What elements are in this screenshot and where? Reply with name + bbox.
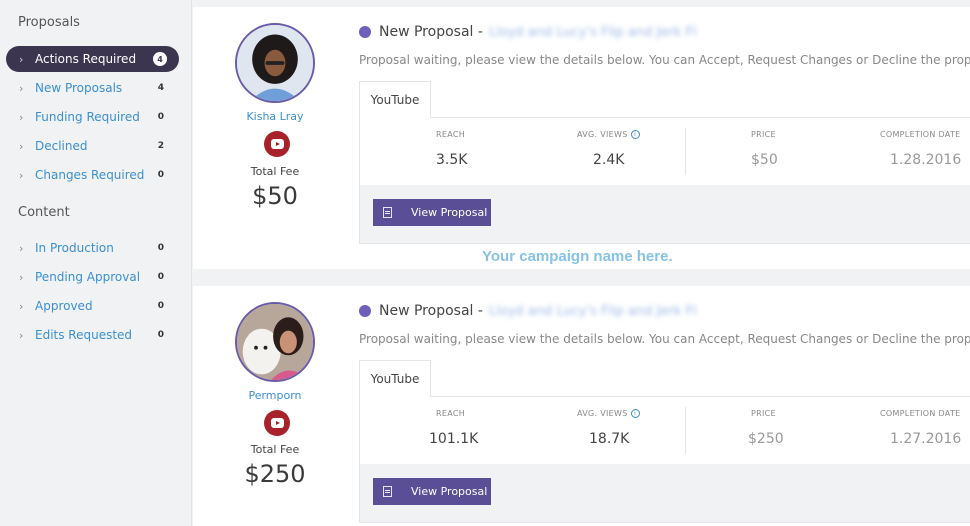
chevron-right-icon: › bbox=[19, 299, 24, 313]
info-icon[interactable]: i bbox=[630, 130, 640, 139]
creator-name[interactable]: Permporn bbox=[193, 389, 357, 402]
sidebar-item-new-proposals[interactable]: › New Proposals 4 bbox=[6, 75, 179, 101]
stats-divider bbox=[685, 407, 686, 454]
avatar[interactable] bbox=[235, 23, 315, 103]
sidebar-item-approved[interactable]: › Approved 0 bbox=[6, 293, 179, 319]
sidebar-item-label: In Production bbox=[35, 241, 114, 255]
proposal-details-panel: REACH 3.5K AVG. VIEWS i 2.4K PRICE $50 CO… bbox=[359, 117, 970, 244]
reach-label: REACH bbox=[436, 409, 466, 418]
price-label: PRICE bbox=[751, 409, 776, 418]
campaign-link[interactable]: Lloyd and Lucy's Flip and Jerk Fl bbox=[489, 25, 697, 40]
avg-views-label: AVG. VIEWS i bbox=[577, 130, 640, 139]
completion-date-value: 1.27.2016 bbox=[890, 431, 962, 447]
sidebar: Proposals › Actions Required 4 › New Pro… bbox=[0, 0, 192, 526]
chevron-right-icon: › bbox=[19, 52, 24, 66]
proposal-card: Kisha Lray Total Fee $50 New Proposal - … bbox=[193, 7, 970, 269]
total-fee-amount: $50 bbox=[252, 182, 298, 210]
chevron-right-icon: › bbox=[19, 168, 24, 182]
sidebar-item-actions-required[interactable]: › Actions Required 4 bbox=[6, 46, 179, 72]
proposal-actions: View Proposal bbox=[360, 464, 970, 522]
completion-date-label: COMPLETION DATE bbox=[880, 409, 961, 418]
proposal-title: New Proposal - Lloyd and Lucy's Flip and… bbox=[359, 303, 697, 319]
sidebar-item-in-production[interactable]: › In Production 0 bbox=[6, 235, 179, 261]
count-badge: 4 bbox=[157, 83, 164, 93]
creator-photo bbox=[237, 304, 313, 380]
count-badge: 0 bbox=[157, 272, 164, 282]
campaign-name: Your campaign name here. bbox=[482, 248, 673, 265]
view-proposal-button[interactable]: View Proposal bbox=[373, 199, 491, 226]
document-icon bbox=[383, 207, 392, 218]
status-dot bbox=[359, 26, 371, 38]
price-value: $250 bbox=[748, 431, 784, 447]
avg-views-value: 2.4K bbox=[593, 152, 625, 168]
completion-date-value: 1.28.2016 bbox=[890, 152, 962, 168]
reach-value: 3.5K bbox=[436, 152, 468, 168]
youtube-icon bbox=[264, 410, 290, 436]
completion-date-label: COMPLETION DATE bbox=[880, 130, 961, 139]
chevron-right-icon: › bbox=[19, 328, 24, 342]
sidebar-item-label: Funding Required bbox=[35, 110, 140, 124]
chevron-right-icon: › bbox=[19, 241, 24, 255]
sidebar-item-label: Changes Required bbox=[35, 168, 145, 182]
price-label: PRICE bbox=[751, 130, 776, 139]
sidebar-item-label: Approved bbox=[35, 299, 93, 313]
sidebar-item-changes-required[interactable]: › Changes Required 0 bbox=[6, 162, 179, 188]
count-badge: 0 bbox=[157, 330, 164, 340]
count-badge: 0 bbox=[157, 112, 164, 122]
tab-youtube[interactable]: YouTube bbox=[359, 360, 431, 397]
content-section-title: Content bbox=[18, 205, 70, 220]
view-proposal-label: View Proposal bbox=[411, 206, 488, 219]
creator-photo bbox=[237, 25, 313, 101]
count-badge: 0 bbox=[157, 170, 164, 180]
sidebar-item-label: Declined bbox=[35, 139, 88, 153]
proposal-actions: View Proposal bbox=[360, 185, 970, 243]
total-fee-amount: $250 bbox=[244, 460, 306, 488]
reach-label: REACH bbox=[436, 130, 466, 139]
total-fee-label: Total Fee bbox=[250, 165, 300, 178]
status-dot bbox=[359, 305, 371, 317]
sidebar-item-label: New Proposals bbox=[35, 81, 123, 95]
avg-views-value: 18.7K bbox=[589, 431, 630, 447]
view-proposal-button[interactable]: View Proposal bbox=[373, 478, 491, 505]
proposal-details-panel: REACH 101.1K AVG. VIEWS i 18.7K PRICE $25… bbox=[359, 396, 970, 523]
count-badge: 0 bbox=[157, 301, 164, 311]
chevron-right-icon: › bbox=[19, 81, 24, 95]
campaign-link[interactable]: Lloyd and Lucy's Flip and Jerk Fl bbox=[489, 304, 697, 319]
reach-value: 101.1K bbox=[429, 431, 479, 447]
sidebar-item-pending-approval[interactable]: › Pending Approval 0 bbox=[6, 264, 179, 290]
sidebar-item-label: Pending Approval bbox=[35, 270, 141, 284]
count-badge: 2 bbox=[157, 141, 164, 151]
proposal-description: Proposal waiting, please view the detail… bbox=[359, 53, 970, 67]
chevron-right-icon: › bbox=[19, 270, 24, 284]
info-icon[interactable]: i bbox=[630, 409, 640, 418]
view-proposal-label: View Proposal bbox=[411, 485, 488, 498]
avatar[interactable] bbox=[235, 302, 315, 382]
chevron-right-icon: › bbox=[19, 110, 24, 124]
sidebar-item-edits-requested[interactable]: › Edits Requested 0 bbox=[6, 322, 179, 348]
youtube-icon bbox=[264, 131, 290, 157]
proposal-card: Permporn Total Fee $250 New Proposal - L… bbox=[193, 286, 970, 526]
proposals-section-title: Proposals bbox=[18, 15, 80, 30]
sidebar-item-label: Actions Required bbox=[35, 52, 137, 66]
tab-youtube[interactable]: YouTube bbox=[359, 81, 431, 118]
sidebar-item-label: Edits Requested bbox=[35, 328, 133, 342]
sidebar-item-declined[interactable]: › Declined 2 bbox=[6, 133, 179, 159]
total-fee-label: Total Fee bbox=[250, 443, 300, 456]
count-badge: 0 bbox=[157, 243, 164, 253]
document-icon bbox=[383, 486, 392, 497]
sidebar-item-funding-required[interactable]: › Funding Required 0 bbox=[6, 104, 179, 130]
proposal-title-text: New Proposal - bbox=[379, 24, 483, 40]
proposal-description: Proposal waiting, please view the detail… bbox=[359, 332, 970, 346]
creator-name[interactable]: Kisha Lray bbox=[193, 110, 357, 123]
count-badge: 4 bbox=[153, 52, 167, 66]
avg-views-label: AVG. VIEWS i bbox=[577, 409, 640, 418]
price-value: $50 bbox=[751, 152, 778, 168]
stats-divider bbox=[685, 128, 686, 175]
chevron-right-icon: › bbox=[19, 139, 24, 153]
proposal-title-text: New Proposal - bbox=[379, 303, 483, 319]
proposal-title: New Proposal - Lloyd and Lucy's Flip and… bbox=[359, 24, 697, 40]
